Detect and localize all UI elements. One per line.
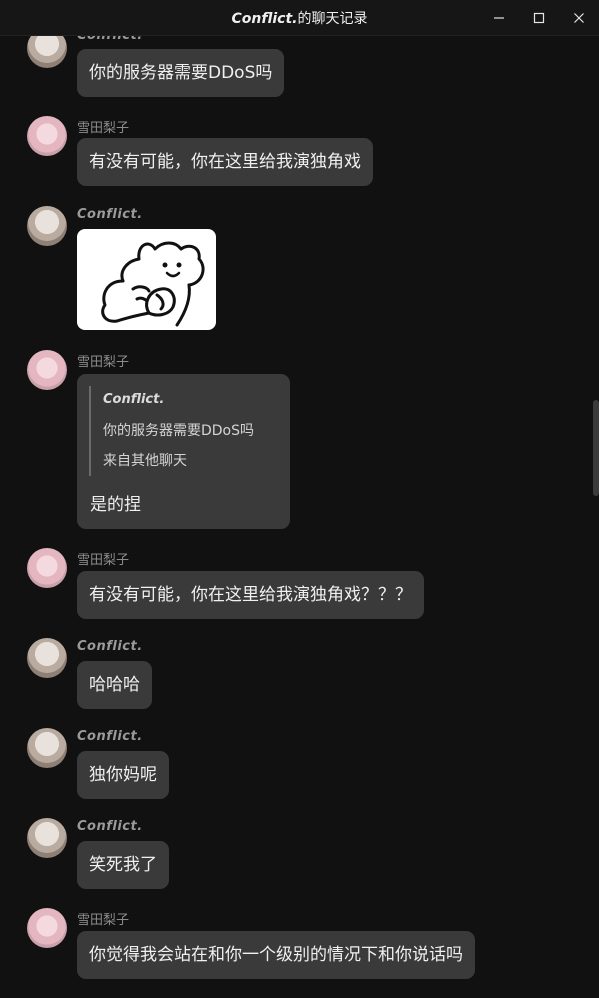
window-title-suffix: 的聊天记录 <box>297 10 368 27</box>
avatar[interactable] <box>27 908 67 948</box>
bear-sticker-icon <box>101 241 205 327</box>
message-bubble[interactable]: 笑死我了 <box>77 841 169 889</box>
avatar[interactable] <box>27 350 67 390</box>
avatar[interactable] <box>27 638 67 678</box>
window-title: Conflict.的聊天记录 <box>232 8 368 28</box>
sender-name: 雪田梨子 <box>77 121 130 136</box>
message-bubble[interactable]: 你的服务器需要DDoS吗 <box>77 49 285 97</box>
window-title-name: Conflict. <box>231 10 298 27</box>
quoted-message[interactable]: Conflict. 你的服务器需要DDoS吗 来自其他聊天 <box>89 386 279 476</box>
sender-name: 雪田梨子 <box>77 355 130 370</box>
close-icon <box>574 13 584 23</box>
scrollbar-thumb[interactable] <box>593 400 599 496</box>
sender-name: Conflict. <box>77 729 143 744</box>
message-bubble[interactable]: 有没有可能，你在这里给我演独角戏？？？ <box>77 571 424 619</box>
quoted-text: 你的服务器需要DDoS吗 <box>103 423 255 439</box>
quoted-source: 来自其他聊天 <box>103 453 187 469</box>
sticker-image[interactable] <box>77 229 216 330</box>
reply-text: 是的捏 <box>90 495 141 515</box>
window-controls <box>479 0 599 36</box>
quoted-sender: Conflict. <box>103 392 165 407</box>
reply-bubble[interactable]: Conflict. 你的服务器需要DDoS吗 来自其他聊天 是的捏 <box>77 374 290 529</box>
message-bubble[interactable]: 哈哈哈 <box>77 661 152 709</box>
sender-name: Conflict. <box>77 207 143 222</box>
avatar[interactable] <box>27 818 67 858</box>
close-button[interactable] <box>559 0 599 36</box>
title-bar: Conflict.的聊天记录 <box>0 0 599 36</box>
maximize-icon <box>533 12 545 24</box>
maximize-button[interactable] <box>519 0 559 36</box>
avatar[interactable] <box>27 728 67 768</box>
message-bubble[interactable]: 你觉得我会站在和你一个级别的情况下和你说话吗 <box>77 931 475 979</box>
sender-name: Conflict. <box>77 819 143 834</box>
message-bubble[interactable]: 独你妈呢 <box>77 751 169 799</box>
sender-name: 雪田梨子 <box>77 913 130 928</box>
avatar[interactable] <box>27 206 67 246</box>
avatar[interactable] <box>27 548 67 588</box>
sender-name: Conflict. <box>77 639 143 654</box>
minimize-icon <box>494 17 504 19</box>
message-bubble[interactable]: 有没有可能，你在这里给我演独角戏 <box>77 138 373 186</box>
sender-name: 雪田梨子 <box>77 553 130 568</box>
chat-history: Conflict. 你的服务器需要DDoS吗 雪田梨子 有没有可能，你在这里给我… <box>0 0 599 998</box>
avatar[interactable] <box>27 116 67 156</box>
minimize-button[interactable] <box>479 0 519 36</box>
